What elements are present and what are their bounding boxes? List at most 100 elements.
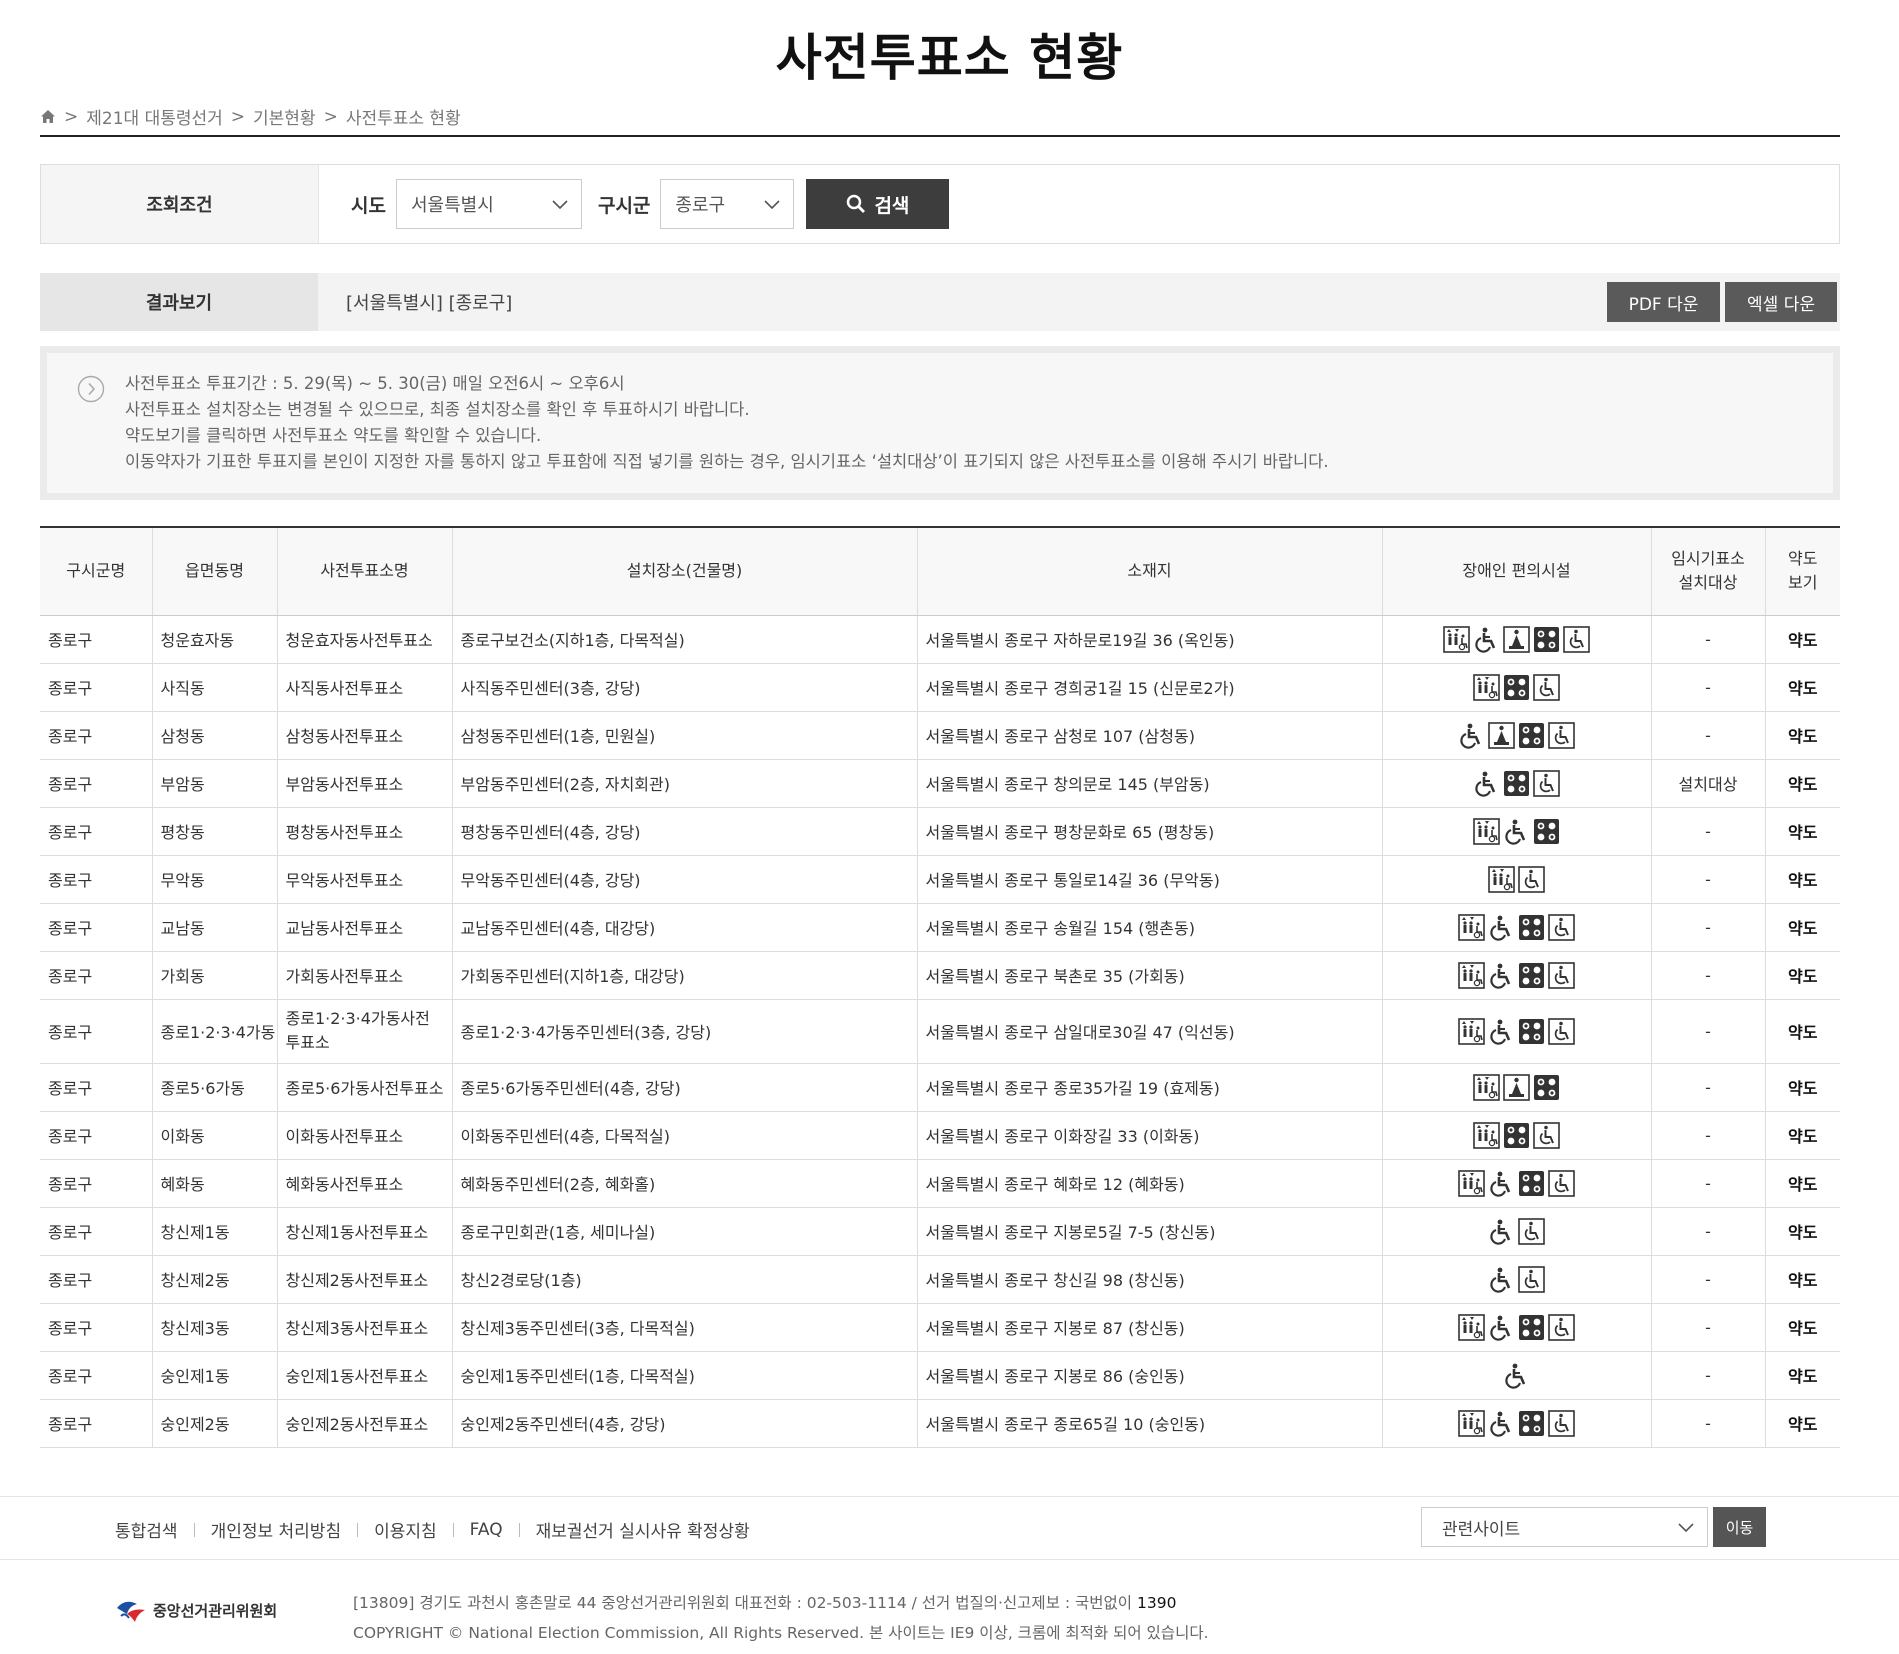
footer-links: 통합검색 개인정보 처리방침 이용지침 FAQ 재보궐선거 실시사유 확정상황 xyxy=(115,1517,750,1543)
search-button[interactable]: 검색 xyxy=(806,179,950,229)
cell-dong: 혜화동 xyxy=(152,1159,278,1208)
accessible-toilet-icon xyxy=(1533,769,1560,797)
header-place: 설치장소(건물명) xyxy=(452,528,918,616)
header-temp-booth-line1: 임시기표소 xyxy=(1671,549,1745,569)
cell-station-name: 창신제1동사전투표소 xyxy=(277,1207,453,1256)
related-sites-select[interactable]: 관련사이트 xyxy=(1421,1507,1708,1547)
facility-icon-group xyxy=(1391,769,1643,797)
facility-icon-group xyxy=(1391,1362,1643,1389)
map-link[interactable]: 약도 xyxy=(1765,1351,1840,1400)
cell-facility-icons xyxy=(1382,999,1652,1064)
cell-place: 종로구보건소(지하1층, 다목적실) xyxy=(452,615,918,664)
cell-address: 서울특별시 종로구 혜화로 12 (혜화동) xyxy=(917,1159,1383,1208)
header-dong: 읍면동명 xyxy=(152,528,278,616)
map-link[interactable]: 약도 xyxy=(1765,711,1840,760)
map-link[interactable]: 약도 xyxy=(1765,1255,1840,1304)
cell-station-name: 사직동사전투표소 xyxy=(277,663,453,712)
footer-link-byelection[interactable]: 재보궐선거 실시사유 확정상황 xyxy=(536,1517,750,1542)
chevron-right-circle-icon xyxy=(77,375,105,403)
cell-place: 부암동주민센터(2층, 자치회관) xyxy=(452,759,918,808)
breadcrumb-item-election[interactable]: 제21대 대통령선거 xyxy=(86,104,223,129)
breadcrumb-sep: > xyxy=(323,106,338,127)
braille-icon xyxy=(1519,1170,1544,1196)
wheelchair-icon xyxy=(1490,1219,1511,1245)
cell-gu: 종로구 xyxy=(40,759,153,808)
footer-link-search[interactable]: 통합검색 xyxy=(115,1517,178,1542)
related-sites-go-button[interactable]: 이동 xyxy=(1713,1507,1766,1547)
cell-dong: 삼청동 xyxy=(152,711,278,760)
gu-select[interactable]: 종로구 xyxy=(660,179,795,229)
cell-place: 숭인제2동주민센터(4층, 강당) xyxy=(452,1399,918,1448)
footer-link-faq[interactable]: FAQ xyxy=(470,1520,503,1540)
wheelchair-icon xyxy=(1490,1411,1511,1437)
cell-dong: 부암동 xyxy=(152,759,278,808)
cell-facility-icons xyxy=(1382,1159,1652,1208)
table-body: 종로구 청운효자동 청운효자동사전투표소 종로구보건소(지하1층, 다목적실) 서울특별… xyxy=(40,615,1840,1448)
sido-select[interactable]: 서울특별시 xyxy=(395,179,582,229)
map-link[interactable]: 약도 xyxy=(1765,855,1840,904)
elevator-icon xyxy=(1488,865,1515,893)
gu-select-value: 종로구 xyxy=(675,195,726,216)
header-station-name: 사전투표소명 xyxy=(277,528,453,616)
map-link[interactable]: 약도 xyxy=(1765,1207,1840,1256)
map-link[interactable]: 약도 xyxy=(1765,807,1840,856)
cell-address: 서울특별시 종로구 종로65길 10 (숭인동) xyxy=(917,1399,1383,1448)
cell-address: 서울특별시 종로구 자하문로19길 36 (옥인동) xyxy=(917,615,1383,664)
cell-address: 서울특별시 종로구 북촌로 35 (가회동) xyxy=(917,951,1383,1000)
map-link[interactable]: 약도 xyxy=(1765,1399,1840,1448)
home-icon[interactable] xyxy=(40,109,56,125)
wheelchair-icon xyxy=(1490,1267,1511,1293)
result-label: 결과보기 xyxy=(40,273,318,331)
map-link[interactable]: 약도 xyxy=(1765,1063,1840,1112)
footer-link-separator xyxy=(518,1522,520,1537)
breadcrumb-item-basic[interactable]: 기본현황 xyxy=(253,104,316,129)
wheelchair-icon xyxy=(1490,915,1511,941)
cell-facility-icons xyxy=(1382,711,1652,760)
map-link[interactable]: 약도 xyxy=(1765,903,1840,952)
cell-station-name: 숭인제1동사전투표소 xyxy=(277,1351,453,1400)
cell-gu: 종로구 xyxy=(40,807,153,856)
search-panel: 조회조건 시도 서울특별시 구시군 종로구 검색 xyxy=(40,164,1840,244)
braille-icon xyxy=(1519,722,1544,748)
braille-icon xyxy=(1504,1122,1529,1148)
map-link[interactable]: 약도 xyxy=(1765,663,1840,712)
footer-link-privacy[interactable]: 개인정보 처리방침 xyxy=(211,1517,342,1542)
map-link[interactable]: 약도 xyxy=(1765,1111,1840,1160)
cell-facility-icons xyxy=(1382,855,1652,904)
excel-download-button[interactable]: 엑셀 다운 xyxy=(1725,282,1837,322)
table-row: 종로구 부암동 부암동사전투표소 부암동주민센터(2층, 자치회관) 서울특별시 종로구… xyxy=(40,759,1840,808)
notice-box: 사전투표소 투표기간 : 5. 29(목) ~ 5. 30(금) 매일 오전6시… xyxy=(40,346,1840,500)
breadcrumb-sep: > xyxy=(230,106,246,127)
table-row: 종로구 이화동 이화동사전투표소 이화동주민센터(4층, 다목적실) 서울특별시 종로구… xyxy=(40,1111,1840,1160)
header-temp-booth-line2: 설치대상 xyxy=(1678,573,1738,593)
cell-dong: 종로1·2·3·4가동 xyxy=(152,999,278,1064)
nec-logo[interactable]: 중앙선거관리위원회 xyxy=(115,1596,277,1624)
search-button-label: 검색 xyxy=(874,194,910,217)
map-link[interactable]: 약도 xyxy=(1765,615,1840,664)
pdf-download-button[interactable]: PDF 다운 xyxy=(1607,282,1720,322)
result-panel: 결과보기 [서울특별시] [종로구] PDF 다운 엑셀 다운 xyxy=(40,273,1840,331)
cell-facility-icons xyxy=(1382,807,1652,856)
table-row: 종로구 청운효자동 청운효자동사전투표소 종로구보건소(지하1층, 다목적실) 서울특별… xyxy=(40,615,1840,664)
cell-place: 창신제3동주민센터(3층, 다목적실) xyxy=(452,1303,918,1352)
cell-place: 숭인제1동주민센터(1층, 다목적실) xyxy=(452,1351,918,1400)
cell-temp-booth: - xyxy=(1651,711,1766,760)
cell-dong: 창신제1동 xyxy=(152,1207,278,1256)
table-row: 종로구 창신제3동 창신제3동사전투표소 창신제3동주민센터(3층, 다목적실) 서울특… xyxy=(40,1303,1840,1352)
cell-facility-icons xyxy=(1382,1111,1652,1160)
elevator-icon xyxy=(1473,1073,1500,1101)
cell-temp-booth: - xyxy=(1651,999,1766,1064)
map-link[interactable]: 약도 xyxy=(1765,951,1840,1000)
breadcrumb-item-current: 사전투표소 현황 xyxy=(345,109,461,129)
cell-station-name: 청운효자동사전투표소 xyxy=(277,615,453,664)
cell-dong: 창신제2동 xyxy=(152,1255,278,1304)
cell-temp-booth: - xyxy=(1651,1207,1766,1256)
notice-line-period: 사전투표소 투표기간 : 5. 29(목) ~ 5. 30(금) 매일 오전6시… xyxy=(125,374,625,393)
map-link[interactable]: 약도 xyxy=(1765,1303,1840,1352)
wheelchair-icon xyxy=(1505,1363,1526,1389)
map-link[interactable]: 약도 xyxy=(1765,1159,1840,1208)
map-link[interactable]: 약도 xyxy=(1765,759,1840,808)
map-link[interactable]: 약도 xyxy=(1765,999,1840,1064)
table-row: 종로구 숭인제2동 숭인제2동사전투표소 숭인제2동주민센터(4층, 강당) 서울특별시… xyxy=(40,1399,1840,1448)
footer-link-terms[interactable]: 이용지침 xyxy=(374,1517,437,1542)
